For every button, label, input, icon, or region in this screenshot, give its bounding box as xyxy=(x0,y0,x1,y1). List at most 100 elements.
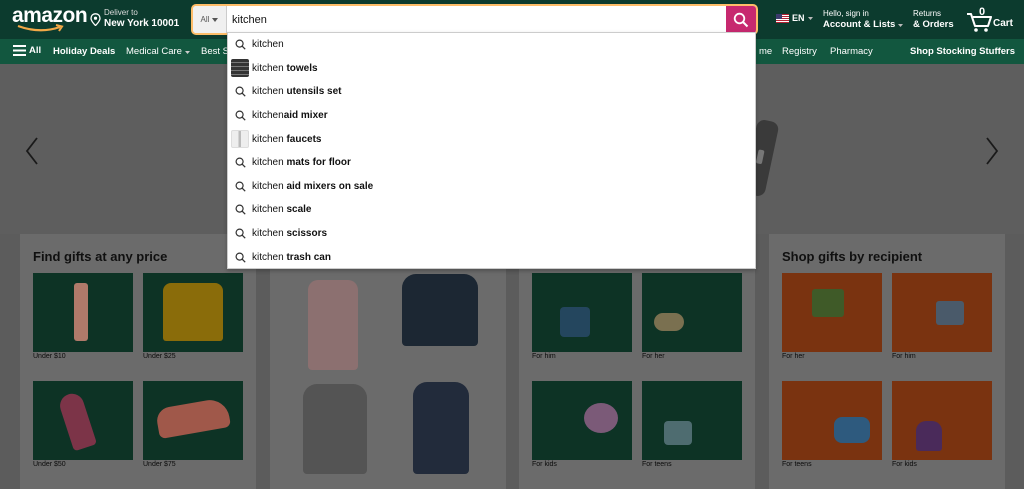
suggestion-list: kitchen kitchen towels kitchen utensils se… xyxy=(228,33,755,269)
tile-under-10[interactable] xyxy=(33,273,133,352)
tile-label: For her xyxy=(782,353,805,360)
suggestion-text: kitchenaid mixer xyxy=(252,110,328,121)
search-icon xyxy=(228,39,252,50)
all-menu-button[interactable]: All xyxy=(13,45,41,56)
tile-label: For teens xyxy=(782,461,812,468)
nav-shop-stocking-stuffers[interactable]: Shop Stocking Stuffers xyxy=(910,46,1015,57)
search-suggestion[interactable]: kitchen scissors xyxy=(228,222,755,246)
navy-tshirt-image[interactable] xyxy=(413,382,469,474)
hamburger-menu-icon xyxy=(13,45,26,56)
tile-under-50[interactable] xyxy=(33,381,133,460)
search-suggestion[interactable]: kitchen scale xyxy=(228,198,755,222)
tile-label: Under $50 xyxy=(33,461,66,468)
card-apparel xyxy=(270,234,506,489)
search-suggestion[interactable]: kitchen faucets xyxy=(228,127,755,151)
suggestion-query: kitchen xyxy=(252,228,287,240)
suggestion-query: kitchen xyxy=(252,110,284,122)
search-suggestion[interactable]: kitchen utensils set xyxy=(228,80,755,104)
search-suggestion[interactable]: kitchen towels xyxy=(228,57,755,81)
tile-under-75[interactable] xyxy=(143,381,243,460)
tile-recipient-her[interactable] xyxy=(782,273,882,352)
nav-pharmacy[interactable]: Pharmacy xyxy=(830,46,873,57)
search-suggestion[interactable]: kitchen xyxy=(228,33,755,57)
suggestion-query: kitchen xyxy=(252,133,287,145)
search-suggestion[interactable]: kitchenaid mixer xyxy=(228,104,755,128)
suggestion-query: kitchen xyxy=(252,157,287,169)
gift-items-image xyxy=(834,417,870,443)
chevron-left-icon[interactable] xyxy=(24,136,40,166)
search-suggestion[interactable]: kitchen mats for floor xyxy=(228,151,755,175)
tile-for-kids[interactable] xyxy=(532,381,632,460)
gift-items-image xyxy=(916,421,942,451)
card-title: Find gifts at any price xyxy=(33,249,168,264)
suggestion-query: kitchen xyxy=(252,39,284,51)
spray-bottle-image xyxy=(74,283,88,341)
search-button[interactable] xyxy=(726,6,756,33)
cart-button[interactable]: 0 Cart xyxy=(966,6,1016,33)
tile-label: For her xyxy=(642,353,665,360)
suggestion-text: kitchen mats for floor xyxy=(252,157,351,168)
suggestion-text: kitchen trash can xyxy=(252,252,331,263)
search-icon xyxy=(733,12,749,27)
caret-down-icon xyxy=(807,16,813,20)
card-gifts-by-recipient: Shop gifts by recipient For her For him … xyxy=(769,234,1005,489)
search-suggestion[interactable]: kitchen trash can xyxy=(228,245,755,269)
search-icon xyxy=(228,86,252,98)
nav-best-sellers[interactable]: Best S xyxy=(201,46,229,57)
caret-down-icon xyxy=(897,24,903,27)
tile-recipient-him[interactable] xyxy=(892,273,992,352)
nav-registry[interactable]: Registry xyxy=(782,46,817,57)
nav-home[interactable]: me xyxy=(759,46,772,57)
cart-label: Cart xyxy=(993,18,1014,29)
search-bar: All xyxy=(191,4,758,35)
sweater-image xyxy=(163,283,223,341)
tile-recipient-teens[interactable] xyxy=(782,381,882,460)
search-icon xyxy=(228,181,252,192)
suggestion-query: kitchen xyxy=(252,180,287,192)
suggestion-text: kitchen utensils set xyxy=(252,86,342,97)
tank-top-image[interactable] xyxy=(308,280,358,370)
tile-for-him[interactable] xyxy=(532,273,632,352)
language-selector[interactable]: EN xyxy=(776,13,813,23)
suggestion-completion: scale xyxy=(286,204,312,216)
tile-under-25[interactable] xyxy=(143,273,243,352)
card-gifts-by-price: Find gifts at any price Under $10 Under … xyxy=(20,234,256,489)
tshirt-image[interactable] xyxy=(402,274,478,346)
chevron-right-icon[interactable] xyxy=(984,136,1000,166)
search-icon xyxy=(228,204,252,216)
nav-holiday-deals[interactable]: Holiday Deals xyxy=(53,46,115,57)
towels-thumbnail-icon xyxy=(228,59,252,78)
search-category-dropdown[interactable]: All xyxy=(193,6,227,33)
sneaker-image xyxy=(154,396,232,440)
account-and-lists[interactable]: Hello, sign in Account & Lists xyxy=(823,9,903,30)
gift-items-image xyxy=(812,289,844,317)
paddle-image xyxy=(56,390,98,452)
search-input[interactable] xyxy=(227,6,726,33)
plush-toy-image xyxy=(584,403,618,433)
tile-label: For him xyxy=(892,353,916,360)
tile-label: For kids xyxy=(892,461,917,468)
deliver-location: New York 10001 xyxy=(104,18,180,29)
deliver-label: Deliver to xyxy=(104,8,138,17)
amazon-logo[interactable]: amazon xyxy=(12,5,88,35)
suggestion-completion: mats for floor xyxy=(286,157,351,169)
tile-label: For teens xyxy=(642,461,672,468)
suggestion-text: kitchen faucets xyxy=(252,134,321,145)
nav-medical-care[interactable]: Medical Care xyxy=(126,46,190,57)
caret-down-icon xyxy=(212,17,219,22)
tile-for-teens[interactable] xyxy=(642,381,742,460)
search-icon xyxy=(228,228,252,239)
sunglasses-image xyxy=(654,313,684,331)
suggestion-completion: utensils set xyxy=(286,86,342,98)
tile-label: Under $75 xyxy=(143,461,176,468)
suggestion-completion: faucets xyxy=(286,133,322,145)
tile-recipient-kids[interactable] xyxy=(892,381,992,460)
gray-tshirt-image[interactable] xyxy=(303,384,367,474)
tile-for-her[interactable] xyxy=(642,273,742,352)
card-title: Shop gifts by recipient xyxy=(782,249,923,264)
suggestion-query: kitchen xyxy=(252,86,287,98)
deliver-to-location[interactable]: Deliver to New York 10001 xyxy=(90,8,179,30)
tile-label: For kids xyxy=(532,461,557,468)
search-suggestion[interactable]: kitchen aid mixers on sale xyxy=(228,175,755,199)
returns-and-orders[interactable]: Returns & Orders xyxy=(913,9,954,30)
